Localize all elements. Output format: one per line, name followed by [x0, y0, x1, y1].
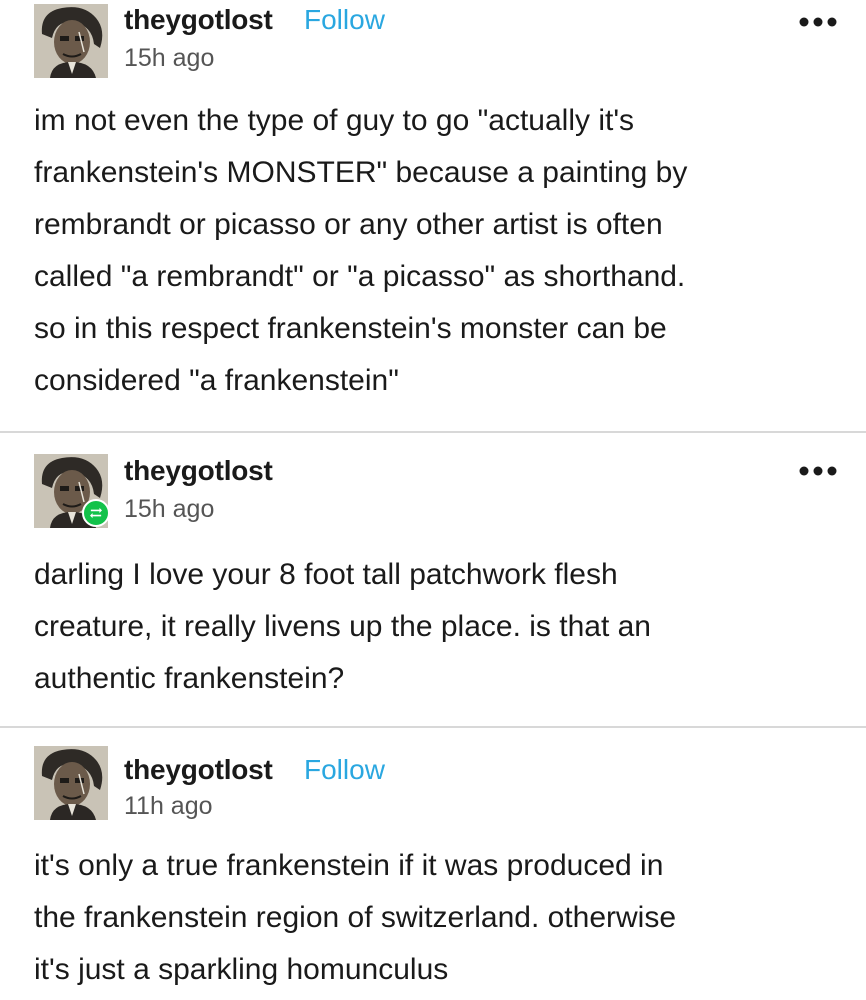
- username-link[interactable]: theygotlost: [124, 754, 273, 786]
- follow-button[interactable]: Follow: [304, 4, 385, 36]
- follow-button[interactable]: Follow: [304, 754, 385, 786]
- post-body: it's only a true frankenstein if it was …: [34, 849, 677, 986]
- username-link[interactable]: theygotlost: [124, 4, 273, 36]
- reblog-icon: [82, 499, 110, 527]
- username-link[interactable]: theygotlost: [124, 455, 273, 487]
- post-3: theygotlost Follow 11h ago it's only a t…: [0, 728, 866, 1000]
- more-options-icon[interactable]: [798, 16, 838, 28]
- post-timestamp[interactable]: 15h ago: [124, 495, 214, 524]
- post-1: theygotlost Follow 15h ago im not even t…: [0, 0, 866, 432]
- avatar[interactable]: [34, 4, 108, 78]
- more-options-icon[interactable]: [798, 465, 838, 477]
- post-body: im not even the type of guy to go "actua…: [34, 104, 688, 397]
- post-timestamp[interactable]: 15h ago: [124, 44, 214, 73]
- post-2: theygotlost 15h ago darling I love your …: [0, 433, 866, 727]
- avatar-portrait-icon: [34, 746, 108, 820]
- post-timestamp[interactable]: 11h ago: [124, 792, 213, 821]
- avatar-portrait-icon: [34, 4, 108, 78]
- avatar[interactable]: [34, 746, 108, 820]
- post-body: darling I love your 8 foot tall patchwor…: [34, 558, 651, 695]
